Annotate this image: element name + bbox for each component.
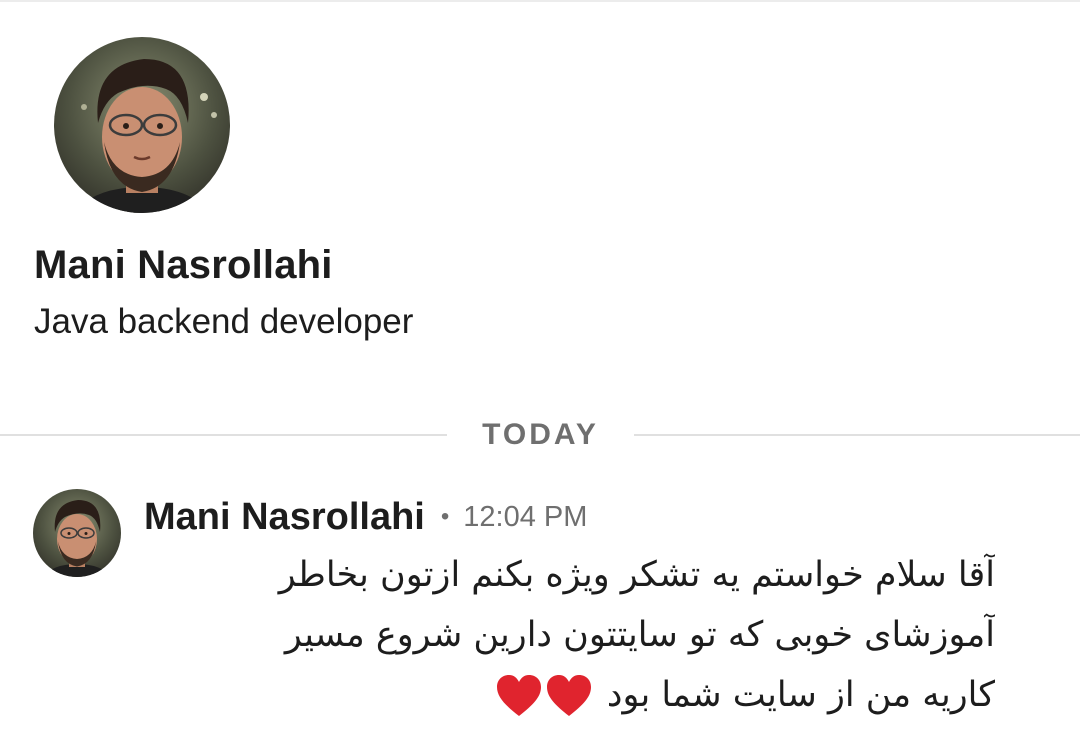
message-header: Mani Nasrollahi • 12:04 PM <box>144 492 587 542</box>
divider-line-right <box>634 434 1080 436</box>
red-heart-icon <box>496 675 541 716</box>
message-line-last: کاریه من از سایت شما بود <box>200 665 995 725</box>
red-heart-icon <box>546 675 591 716</box>
top-border <box>0 0 1080 2</box>
user-photo-icon <box>33 489 121 577</box>
divider-line-left <box>0 434 447 436</box>
user-photo-icon <box>54 37 230 213</box>
message-line-text: کاریه من از سایت شما بود <box>606 675 995 715</box>
message-author[interactable]: Mani Nasrollahi <box>144 496 425 539</box>
message-body: آقا سلام خواستم یه تشکر ویژه بکنم ازتون … <box>200 545 995 735</box>
message-line: آقا سلام خواستم یه تشکر ویژه بکنم ازتون … <box>278 555 995 595</box>
day-divider-label: TODAY <box>482 418 599 451</box>
message-avatar[interactable] <box>33 489 121 577</box>
hearts-group <box>495 665 595 725</box>
message-timestamp: 12:04 PM <box>463 500 588 533</box>
profile-name[interactable]: Mani Nasrollahi <box>34 243 333 288</box>
message-line: آموزشای خوبی که تو سایتتون دارین شروع مس… <box>284 615 995 655</box>
profile-title: Java backend developer <box>34 302 414 341</box>
profile-avatar[interactable] <box>54 37 230 213</box>
separator-dot: • <box>440 503 450 530</box>
